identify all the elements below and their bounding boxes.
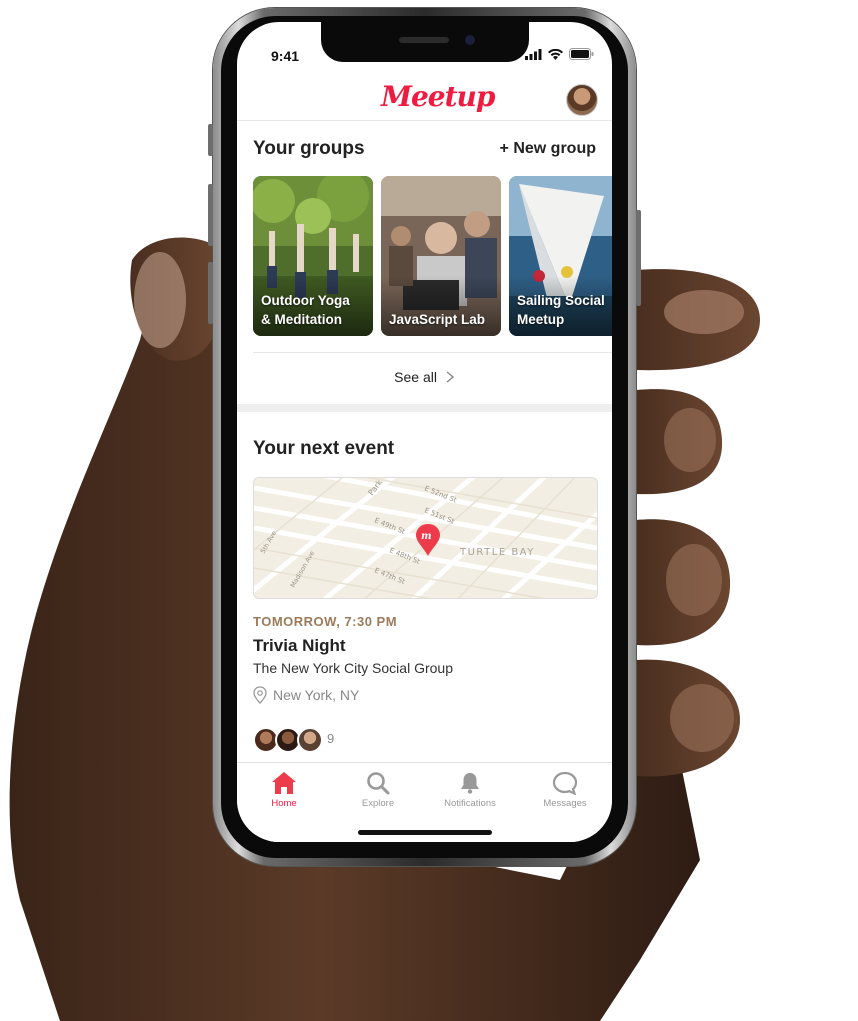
event-group-name[interactable]: The New York City Social Group [253, 660, 453, 676]
home-icon [272, 772, 296, 794]
event-map[interactable]: Park E 52nd St E 51st St E 49th St E 48t… [253, 477, 598, 599]
group-card-outdoor-yoga[interactable]: Outdoor Yoga & Meditation [253, 176, 373, 336]
tab-notifications[interactable]: Notifications [425, 771, 515, 809]
chevron-right-icon [446, 371, 454, 383]
notch [321, 22, 529, 62]
your-next-event-heading: Your next event [253, 438, 395, 459]
svg-text:m: m [421, 531, 432, 542]
phone-screen: 9:41 Meetup Your groups + New group Outd… [237, 22, 612, 842]
volume-down-button [208, 262, 213, 324]
see-all-link[interactable]: See all [237, 369, 612, 385]
chat-bubble-icon [552, 771, 578, 795]
attendee-avatar [297, 727, 323, 753]
tab-label: Notifications [444, 798, 496, 809]
group-card-label-line2: Meetup [517, 312, 565, 327]
group-card-label: Outdoor Yoga & Meditation [261, 291, 367, 329]
event-date: TOMORROW, 7:30 PM [253, 614, 398, 629]
tab-label: Messages [543, 798, 587, 809]
new-group-button[interactable]: + New group [500, 140, 596, 158]
tab-explore[interactable]: Explore [333, 771, 423, 809]
group-card-label: JavaScript Lab [389, 310, 495, 329]
tab-messages[interactable]: Messages [520, 771, 610, 809]
tab-label: Explore [361, 798, 395, 809]
speaker-grille [399, 37, 449, 43]
street-map: Park E 52nd St E 51st St E 49th St E 48t… [254, 478, 597, 598]
group-card-label-line1: Outdoor Yoga [261, 293, 350, 308]
group-card-label: Sailing Social Meetup [517, 291, 606, 329]
tab-label: Home [271, 798, 297, 809]
group-card-label-line2: & Meditation [261, 312, 342, 327]
event-location: New York, NY [273, 687, 360, 703]
cellular-signal-icon [525, 48, 542, 60]
wifi-icon [548, 48, 563, 60]
bell-icon [461, 773, 479, 794]
section-separator [237, 404, 612, 412]
group-card-sailing-social[interactable]: Sailing Social Meetup [509, 176, 612, 336]
attendee-count: 9 [327, 731, 335, 746]
search-icon [367, 772, 390, 795]
map-label: TURTLE BAY [459, 547, 535, 558]
mute-switch [208, 124, 213, 156]
profile-avatar[interactable] [566, 84, 598, 116]
group-card-javascript-lab[interactable]: JavaScript Lab [381, 176, 501, 336]
groups-divider [253, 352, 612, 353]
your-groups-heading: Your groups [253, 138, 365, 159]
meetup-logo[interactable]: Meetup [381, 80, 495, 113]
tab-home[interactable]: Home [239, 771, 329, 809]
battery-icon [569, 48, 594, 60]
group-card-label-line1: Sailing Social [517, 293, 605, 308]
header-divider [237, 120, 612, 121]
status-icons [525, 48, 594, 60]
see-all-label: See all [394, 369, 437, 385]
power-button [636, 210, 641, 306]
front-camera [465, 35, 475, 45]
status-time: 9:41 [271, 48, 300, 64]
home-indicator[interactable] [358, 830, 492, 835]
location-pin-icon [253, 686, 267, 704]
group-card-label-line1: JavaScript Lab [389, 312, 486, 327]
event-title[interactable]: Trivia Night [253, 636, 346, 656]
volume-up-button [208, 184, 213, 246]
